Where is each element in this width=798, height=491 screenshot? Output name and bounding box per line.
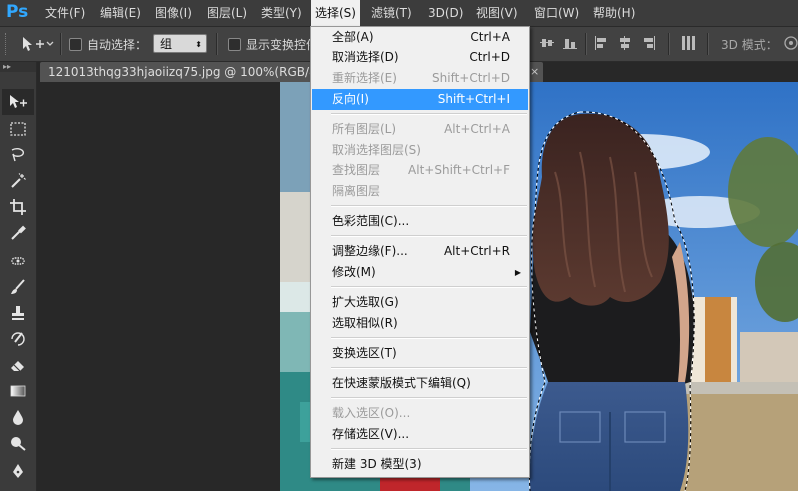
show-transform-label: 显示变换控件: [246, 38, 319, 52]
align-vertical-centers-icon[interactable]: [540, 36, 554, 50]
gradient-tool-icon[interactable]: [2, 378, 34, 404]
align-bottom-edges-icon[interactable]: [563, 36, 577, 50]
menu-separator: [331, 397, 527, 399]
collapse-tools-toggle[interactable]: ▸▸: [0, 62, 36, 72]
menu-item-quick-mask[interactable]: 在快速蒙版模式下编辑(Q): [312, 373, 528, 394]
menu-filter[interactable]: 滤镜(T): [367, 0, 416, 26]
menu-edit[interactable]: 编辑(E): [96, 0, 145, 26]
separator: [60, 33, 62, 55]
menu-3d[interactable]: 3D(D): [424, 0, 467, 26]
move-tool-icon: [23, 37, 54, 51]
auto-select-checkbox[interactable]: [69, 38, 82, 51]
menu-image[interactable]: 图像(I): [151, 0, 196, 26]
menu-item-reselect[interactable]: 重新选择(E) Shift+Ctrl+D: [312, 68, 528, 89]
menu-separator: [331, 286, 527, 288]
menu-item-all-layers[interactable]: 所有图层(L) Alt+Ctrl+A: [312, 119, 528, 140]
menu-item-select-all[interactable]: 全部(A) Ctrl+A: [312, 27, 528, 48]
3d-rotate-icon[interactable]: [783, 35, 798, 51]
eyedropper-tool-icon[interactable]: [2, 220, 34, 246]
move-tool-preset-picker[interactable]: [20, 33, 56, 55]
menu-file[interactable]: 文件(F): [41, 0, 89, 26]
menu-item-deselect[interactable]: 取消选择(D) Ctrl+D: [312, 47, 528, 68]
separator: [585, 33, 587, 55]
separator: [707, 33, 709, 55]
healing-brush-tool-icon[interactable]: [2, 248, 34, 274]
dodge-tool-icon[interactable]: [2, 430, 34, 456]
menu-separator: [331, 448, 527, 450]
menu-item-similar[interactable]: 选取相似(R): [312, 313, 528, 334]
separator: [668, 33, 670, 55]
menu-item-color-range[interactable]: 色彩范围(C)...: [312, 211, 528, 232]
pen-tool-icon[interactable]: [2, 458, 34, 484]
3d-mode-label: 3D 模式：: [721, 38, 778, 52]
menu-item-modify[interactable]: 修改(M) ▶: [312, 262, 528, 283]
auto-align-layers-icon[interactable]: [682, 36, 696, 50]
menu-bar: Ps 文件(F) 编辑(E) 图像(I) 图层(L) 类型(Y) 选择(S) 滤…: [0, 0, 798, 27]
menu-separator: [331, 205, 527, 207]
menu-item-refine-edge[interactable]: 调整边缘(F)... Alt+Ctrl+R: [312, 241, 528, 262]
menu-item-deselect-layers[interactable]: 取消选择图层(S): [312, 140, 528, 161]
align-left-edges-icon[interactable]: [595, 36, 609, 50]
lasso-tool-icon[interactable]: [2, 142, 34, 168]
menu-item-transform-selection[interactable]: 变换选区(T): [312, 343, 528, 364]
menu-item-grow[interactable]: 扩大选取(G): [312, 292, 528, 313]
close-document-icon[interactable]: ×: [530, 62, 544, 82]
brush-tool-icon[interactable]: [2, 274, 34, 300]
show-transform-checkbox[interactable]: [228, 38, 241, 51]
menu-separator: [331, 235, 527, 237]
menu-item-save-selection[interactable]: 存储选区(V)...: [312, 424, 528, 445]
clone-stamp-tool-icon[interactable]: [2, 300, 34, 326]
crop-tool-icon[interactable]: [2, 194, 34, 220]
dropdown-arrows-icon: ⬍: [195, 40, 202, 49]
menu-layer[interactable]: 图层(L): [203, 0, 251, 26]
menu-separator: [331, 113, 527, 115]
auto-select-dropdown[interactable]: 组 ⬍: [153, 34, 207, 53]
blur-tool-icon[interactable]: [2, 404, 34, 430]
menu-item-inverse[interactable]: 反向(I) Shift+Ctrl+I: [312, 89, 528, 110]
move-tool-icon[interactable]: [2, 89, 34, 115]
menu-separator: [331, 367, 527, 369]
auto-select-value: 组: [160, 37, 173, 51]
auto-select-label: 自动选择：: [87, 38, 148, 52]
menu-item-load-selection[interactable]: 载入选区(O)...: [312, 403, 528, 424]
align-horizontal-centers-icon[interactable]: [618, 36, 632, 50]
menu-type[interactable]: 类型(Y): [257, 0, 306, 26]
menu-item-isolate-layers[interactable]: 隔离图层: [312, 181, 528, 202]
photoshop-logo: Ps: [6, 2, 29, 22]
menu-window[interactable]: 窗口(W): [530, 0, 583, 26]
eraser-tool-icon[interactable]: [2, 352, 34, 378]
menu-view[interactable]: 视图(V): [472, 0, 522, 26]
separator: [216, 33, 218, 55]
magic-wand-tool-icon[interactable]: [2, 168, 34, 194]
menu-help[interactable]: 帮助(H): [589, 0, 639, 26]
menu-item-find-layers[interactable]: 查找图层 Alt+Shift+Ctrl+F: [312, 160, 528, 181]
submenu-arrow-icon: ▶: [514, 268, 521, 277]
options-bar-grip[interactable]: [5, 33, 9, 55]
history-brush-tool-icon[interactable]: [2, 326, 34, 352]
marquee-tool-icon[interactable]: [2, 116, 34, 142]
menu-item-new-3d-extrusion[interactable]: 新建 3D 模型(3): [312, 454, 528, 475]
menu-select[interactable]: 选择(S): [311, 0, 360, 26]
select-menu-dropdown: 全部(A) Ctrl+A 取消选择(D) Ctrl+D 重新选择(E) Shif…: [310, 26, 530, 478]
menu-separator: [331, 337, 527, 339]
align-right-edges-icon[interactable]: [641, 36, 655, 50]
